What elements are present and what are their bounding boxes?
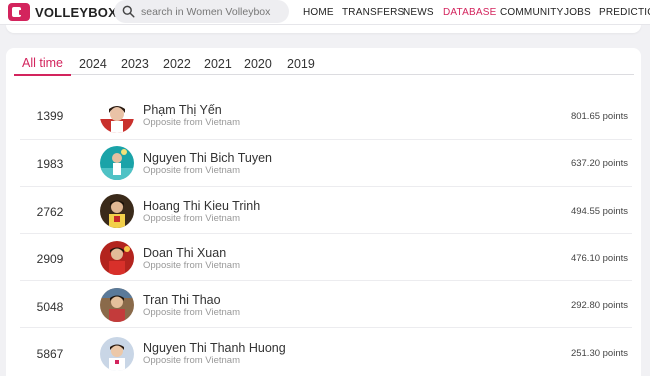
player-avatar[interactable] [100, 194, 134, 228]
player-name[interactable]: Nguyen Thi Bich Tuyen [143, 151, 272, 165]
player-row[interactable]: 2762 Hoang Thi Kieu Trinh Opposite from … [20, 187, 632, 234]
player-row[interactable]: 1399 Phạm Thị Yến Opposite from Vietnam … [20, 93, 632, 140]
player-row[interactable]: 1983 Nguyen Thi Bich Tuyen Opposite from… [20, 140, 632, 187]
previous-card-edge [6, 25, 641, 33]
tab-2022[interactable]: 2022 [163, 52, 191, 75]
nav-transfers[interactable]: TRANSFERS [342, 0, 404, 24]
tab-all-time[interactable]: All time [14, 52, 71, 76]
logo-text: VOLLEYBOX [35, 4, 117, 20]
player-rank: 5048 [36, 300, 64, 314]
player-rank: 2909 [36, 252, 64, 266]
player-points: 476.10 points [570, 253, 628, 264]
player-name[interactable]: Hoang Thi Kieu Trinh [143, 199, 260, 213]
player-subtitle: Opposite from Vietnam [143, 165, 240, 176]
player-name[interactable]: Nguyen Thi Thanh Huong [143, 341, 286, 355]
nav-jobs[interactable]: JOBS [564, 0, 591, 24]
nav-home[interactable]: HOME [303, 0, 334, 24]
volleybox-logo[interactable]: VOLLEYBOX ⌄ [8, 2, 128, 22]
player-row[interactable]: 2909 Doan Thi Xuan Opposite from Vietnam… [20, 234, 632, 281]
player-avatar[interactable] [100, 288, 134, 322]
player-subtitle: Opposite from Vietnam [143, 260, 240, 271]
tab-2024[interactable]: 2024 [79, 52, 107, 75]
volleybox-logo-icon [8, 3, 30, 21]
nav-news[interactable]: NEWS [403, 0, 434, 24]
player-avatar[interactable] [100, 146, 134, 180]
player-avatar[interactable] [100, 99, 134, 133]
top-navigation-bar: VOLLEYBOX ⌄ HOME TRANSFERS NEWS DATABASE… [0, 0, 650, 25]
search-box[interactable] [114, 0, 289, 23]
nav-community[interactable]: COMMUNITY [500, 0, 563, 24]
player-points: 637.20 points [570, 158, 628, 169]
tab-2020[interactable]: 2020 [244, 52, 272, 75]
player-points: 292.80 points [570, 300, 628, 311]
player-rank: 1399 [36, 109, 64, 123]
player-rank: 5867 [36, 347, 64, 361]
tab-2019[interactable]: 2019 [287, 52, 315, 75]
player-rank: 2762 [36, 205, 64, 219]
player-subtitle: Opposite from Vietnam [143, 355, 240, 366]
search-input[interactable] [141, 5, 281, 18]
player-subtitle: Opposite from Vietnam [143, 117, 240, 128]
player-avatar[interactable] [100, 337, 134, 371]
tab-2023[interactable]: 2023 [121, 52, 149, 75]
player-name[interactable]: Tran Thi Thao [143, 293, 221, 307]
player-row[interactable]: 5867 Nguyen Thi Thanh Huong Opposite fro… [20, 328, 632, 375]
player-points: 251.30 points [570, 348, 628, 359]
season-tabs: All time 2024 2023 2022 2021 2020 2019 [14, 52, 634, 76]
player-name[interactable]: Doan Thi Xuan [143, 246, 226, 260]
player-row[interactable]: 5048 Tran Thi Thao Opposite from Vietnam… [20, 281, 632, 328]
player-name[interactable]: Phạm Thị Yến [143, 103, 222, 117]
player-rank: 1983 [36, 157, 64, 171]
player-avatar[interactable] [100, 241, 134, 275]
player-points: 801.65 points [570, 111, 628, 122]
tab-2021[interactable]: 2021 [204, 52, 232, 75]
player-subtitle: Opposite from Vietnam [143, 213, 240, 224]
player-points: 494.55 points [570, 206, 628, 217]
player-subtitle: Opposite from Vietnam [143, 307, 240, 318]
nav-predictions[interactable]: PREDICTIONS [599, 0, 650, 24]
nav-database[interactable]: DATABASE [443, 0, 496, 24]
search-icon [122, 5, 135, 18]
